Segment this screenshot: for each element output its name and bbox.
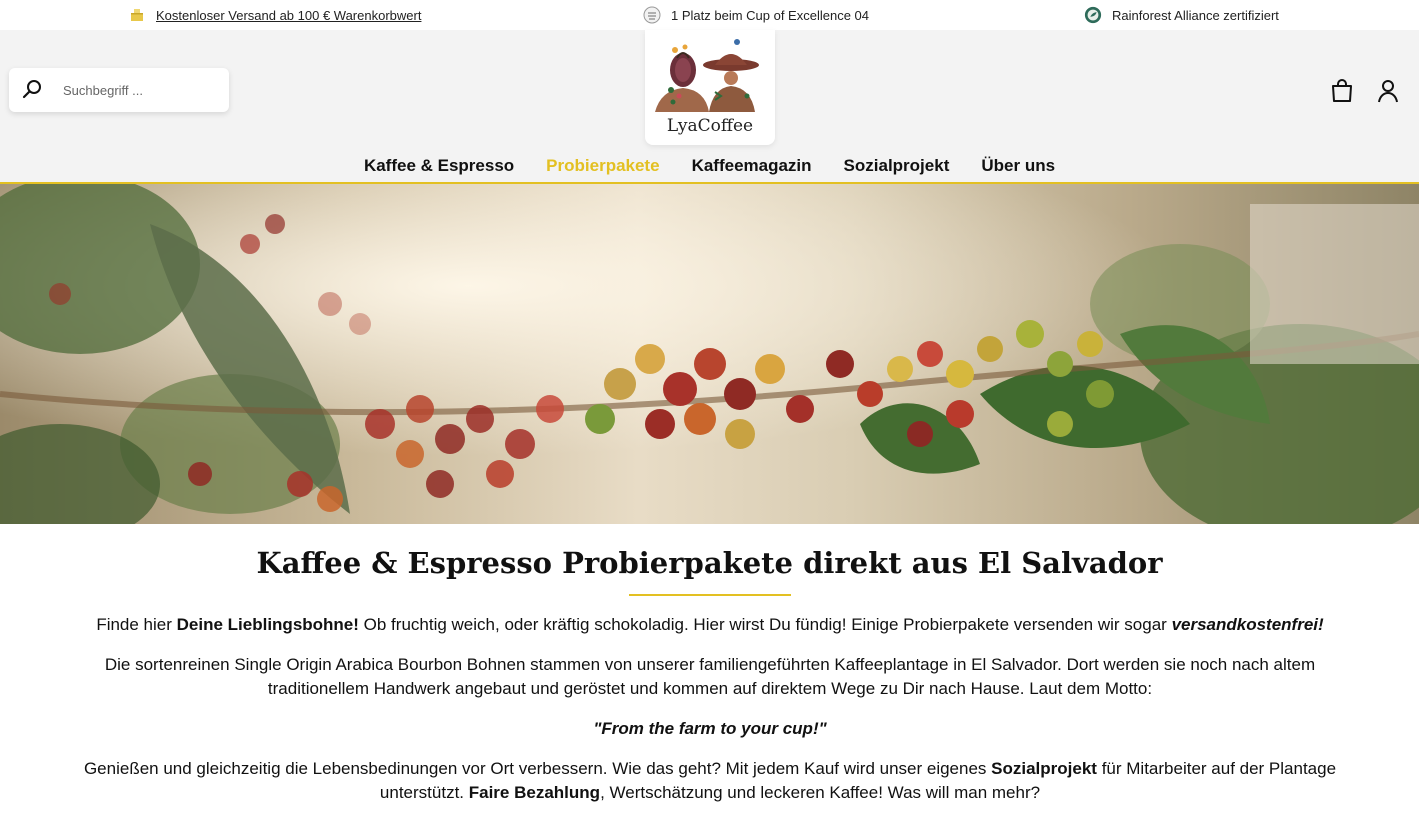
rainforest-icon xyxy=(1084,6,1102,24)
usp-bar: Kostenloser Versand ab 100 € Warenkorbwe… xyxy=(0,0,1419,30)
cart-button[interactable] xyxy=(1329,78,1355,104)
usp-shipping-link[interactable]: Kostenloser Versand ab 100 € Warenkorbwe… xyxy=(156,8,421,23)
award-icon xyxy=(643,6,661,24)
account-icon[interactable] xyxy=(1375,78,1401,104)
title-divider xyxy=(629,594,791,596)
p4-text-faire-bezahlung: Faire Bezahlung xyxy=(468,783,601,802)
usp-rainforest-text: Rainforest Alliance zertifiziert xyxy=(1112,7,1279,23)
shipping-icon xyxy=(128,6,146,24)
nav-item-kaffeemagazin[interactable]: Kaffeemagazin xyxy=(692,156,812,176)
coffee-cherries-illustration xyxy=(0,184,1419,524)
logo[interactable]: LyaCoffee xyxy=(645,30,775,145)
nav-item-kaffee-espresso[interactable]: Kaffee & Espresso xyxy=(364,156,514,176)
site-header: LyaCoffee Kaffee & Espresso Probierpaket… xyxy=(0,30,1419,184)
p4-text-e: , Wertschätzung und leckeren Kaffee! Was… xyxy=(600,783,1041,802)
p1-text-c: Ob fruchtig weich, oder kräftig schokola… xyxy=(358,615,1172,634)
main-nav: Kaffee & Espresso Probierpakete Kaffeema… xyxy=(0,156,1419,176)
intro-paragraph-2: Die sortenreinen Single Origin Arabica B… xyxy=(104,655,1316,698)
cart-icon[interactable] xyxy=(1329,78,1355,104)
usp-shipping[interactable]: Kostenloser Versand ab 100 € Warenkorbwe… xyxy=(128,0,421,30)
account-button[interactable] xyxy=(1375,78,1401,104)
usp-award-text: 1 Platz beim Cup of Excellence 04 xyxy=(671,7,869,23)
search-box[interactable] xyxy=(9,68,229,112)
nav-item-sozialprojekt[interactable]: Sozialprojekt xyxy=(844,156,950,176)
page-title: Kaffee & Espresso Probierpakete direkt a… xyxy=(256,546,1163,580)
usp-award: 1 Platz beim Cup of Excellence 04 xyxy=(643,0,869,30)
usp-rainforest: Rainforest Alliance zertifiziert xyxy=(1084,0,1279,30)
intro-paragraph-4: Genießen und gleichzeitig die Lebensbedi… xyxy=(60,757,1360,805)
motto: "From the farm to your cup!" xyxy=(593,719,827,738)
p4-text-a: Genießen und gleichzeitig die Lebensbedi… xyxy=(83,759,992,778)
hero-image xyxy=(0,184,1419,524)
logo-text: LyaCoffee xyxy=(666,116,754,136)
nav-item-ueber-uns[interactable]: Über uns xyxy=(981,156,1055,176)
p1-text-bold: Deine Lieblingsbohne! xyxy=(176,615,359,634)
nav-item-probierpakete[interactable]: Probierpakete xyxy=(546,156,659,176)
p1-text-italic: versandkostenfrei! xyxy=(1171,615,1324,634)
search-input[interactable] xyxy=(63,82,213,98)
intro-paragraph-1: Finde hier Deine Lieblingsbohne! Ob fruc… xyxy=(60,613,1360,637)
search-icon[interactable] xyxy=(21,79,43,101)
p4-text-sozialprojekt: Sozialprojekt xyxy=(991,759,1097,778)
p1-text-a: Finde hier xyxy=(96,615,177,634)
logo-illustration xyxy=(655,39,759,112)
